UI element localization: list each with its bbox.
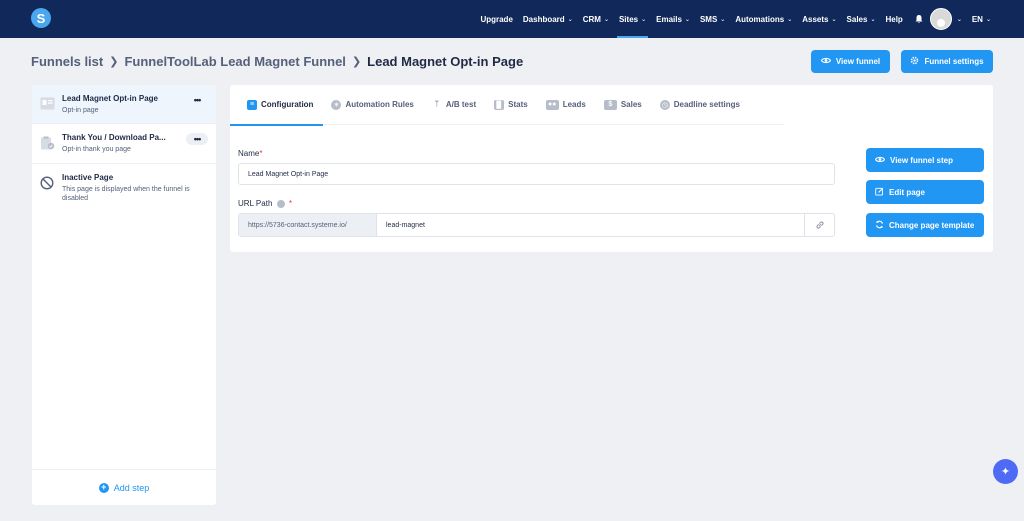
url-path-field-label: URL Path * <box>238 199 292 208</box>
bell-icon[interactable] <box>914 14 924 24</box>
nav-item-sales[interactable]: Sales ⌄ <box>842 0 881 38</box>
page-layout-icon <box>40 97 55 110</box>
refresh-icon <box>875 220 884 231</box>
nav-item-crm[interactable]: CRM ⌄ <box>578 0 614 38</box>
lightning-icon: ✶ <box>331 99 342 110</box>
plus-circle-icon: + <box>98 482 109 493</box>
chevron-down-icon: ⌄ <box>603 16 609 23</box>
chevron-down-icon[interactable]: ⌄ <box>952 0 967 38</box>
nav-item-sites[interactable]: Sites ⌄ <box>614 0 651 38</box>
step-description: This page is displayed when the funnel i… <box>62 185 190 203</box>
funnel-step-thank-you[interactable]: Thank You / Download Pa... Opt-in thank … <box>32 124 216 164</box>
top-navigation-bar: S Upgrade Dashboard ⌄ CRM ⌄ Sites ⌄ Emails ⌄… <box>0 0 1024 38</box>
users-icon: ●● <box>545 99 559 110</box>
url-path-field: https://5736-contact.systeme.io/ lead-ma… <box>238 213 835 237</box>
chevron-down-icon: ⌄ <box>985 16 991 23</box>
change-page-template-button[interactable]: Change page template <box>866 213 984 237</box>
url-path-input[interactable]: lead-magnet <box>377 214 804 236</box>
chevron-down-icon: ⌄ <box>831 16 837 23</box>
nav-item-dashboard[interactable]: Dashboard ⌄ <box>518 0 578 38</box>
edit-page-button[interactable]: Edit page <box>866 180 984 204</box>
tab-stats[interactable]: ▉ Stats <box>494 85 528 125</box>
funnel-step-lead-magnet[interactable]: Lead Magnet Opt-in Page Opt-in page ••• <box>32 85 216 125</box>
nav-item-sms[interactable]: SMS ⌄ <box>695 0 730 38</box>
nav-item-assets[interactable]: Assets ⌄ <box>797 0 841 38</box>
chevron-right-icon: ❯ <box>109 56 119 68</box>
add-step-button[interactable]: + Add step <box>32 469 216 505</box>
help-icon[interactable] <box>276 199 285 208</box>
tab-leads[interactable]: ●● Leads <box>545 85 586 125</box>
dollar-icon: $ <box>603 99 617 110</box>
edit-icon <box>875 187 884 198</box>
funnel-settings-button[interactable]: Funnel settings <box>901 50 993 73</box>
view-funnel-button[interactable]: View funnel <box>811 50 890 73</box>
chevron-right-icon: ❯ <box>351 56 362 68</box>
nav-item-help[interactable]: Help <box>880 0 907 38</box>
sliders-icon: ≡ <box>247 99 257 110</box>
eye-icon <box>874 156 886 165</box>
tab-deadline-settings[interactable]: ◷ Deadline settings <box>659 85 740 125</box>
funnel-steps-panel: Lead Magnet Opt-in Page Opt-in page ••• … <box>32 85 216 505</box>
breadcrumb: Funnels list ❯ FunnelToolLab Lead Magnet… <box>31 54 523 69</box>
eye-icon <box>820 57 831 66</box>
bar-chart-icon: ▉ <box>494 99 505 110</box>
chevron-down-icon: ⌄ <box>720 16 726 23</box>
chevron-down-icon: ⌄ <box>870 16 876 23</box>
clipboard-check-icon <box>40 136 55 150</box>
link-icon[interactable] <box>804 214 834 236</box>
chevron-down-icon: ⌄ <box>684 16 690 23</box>
url-domain-prefix: https://5736-contact.systeme.io/ <box>239 214 377 236</box>
name-field-label: Name* <box>238 149 263 158</box>
page-configuration-panel: ≡ Configuration ✶ Automation Rules ᛉ A/B… <box>229 85 993 252</box>
page-tabs: ≡ Configuration ✶ Automation Rules ᛉ A/B… <box>229 85 784 126</box>
step-type: Opt-in thank you page <box>62 146 131 154</box>
nav-item-automations[interactable]: Automations ⌄ <box>730 0 797 38</box>
language-selector[interactable]: EN ⌄ <box>967 0 996 38</box>
ai-assistant-sparkle-icon[interactable]: ✦ <box>993 459 1018 484</box>
chevron-down-icon: ⌄ <box>787 16 793 23</box>
tab-ab-test[interactable]: ᛉ A/B test <box>432 85 476 125</box>
split-icon: ᛉ <box>434 101 439 108</box>
tab-automation-rules[interactable]: ✶ Automation Rules <box>331 85 414 125</box>
step-type: Opt-in page <box>62 107 99 114</box>
nav-item-upgrade[interactable]: Upgrade <box>475 0 517 38</box>
step-title: Inactive Page <box>62 172 114 182</box>
funnel-step-inactive[interactable]: Inactive Page This page is displayed whe… <box>32 164 216 212</box>
clock-icon: ◷ <box>659 99 670 110</box>
nav-item-emails[interactable]: Emails ⌄ <box>651 0 695 38</box>
avatar[interactable] <box>929 8 952 30</box>
nav-menu: Upgrade Dashboard ⌄ CRM ⌄ Sites ⌄ Emails ⌄ S… <box>475 0 996 38</box>
more-options-icon[interactable]: ••• <box>186 94 208 106</box>
chevron-down-icon: ⌄ <box>567 16 573 23</box>
view-funnel-step-button[interactable]: View funnel step <box>866 148 984 172</box>
breadcrumb-funnels-list[interactable]: Funnels list <box>31 54 103 69</box>
page-title: Lead Magnet Opt-in Page <box>367 54 524 69</box>
gear-icon <box>910 56 919 67</box>
chevron-down-icon: ⌄ <box>641 16 647 23</box>
breadcrumb-funnel-name[interactable]: FunnelToolLab Lead Magnet Funnel <box>124 54 345 69</box>
tab-configuration[interactable]: ≡ Configuration <box>229 85 324 126</box>
name-input[interactable]: Lead Magnet Opt-in Page <box>238 163 835 185</box>
systeme-logo[interactable]: S <box>31 8 51 28</box>
disabled-icon <box>40 176 55 190</box>
tab-sales[interactable]: $ Sales <box>603 85 642 125</box>
more-options-icon[interactable]: ••• <box>186 133 208 146</box>
